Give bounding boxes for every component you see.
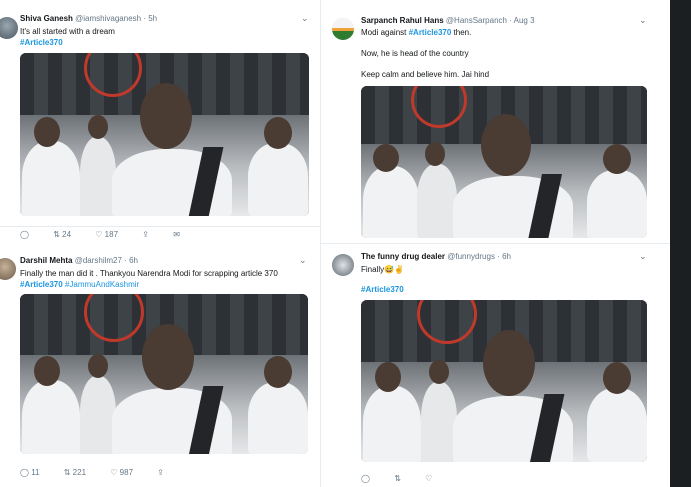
row-divider-left <box>0 226 320 227</box>
reply-count: 11 <box>31 468 40 477</box>
hashtag-line: #Article370 <box>20 37 63 48</box>
retweet-icon[interactable]: ⇅ <box>394 474 401 483</box>
tweet-photo[interactable] <box>20 53 309 216</box>
share-icon[interactable]: ⇪ <box>157 468 164 477</box>
author-name[interactable]: The funny drug dealer <box>361 252 445 261</box>
tweet-text-part: then. <box>453 28 472 37</box>
retweet-icon[interactable]: ⇅ 221 <box>64 468 86 477</box>
tweet-time[interactable]: · 5h <box>143 14 157 23</box>
retweet-count: 24 <box>62 230 72 239</box>
like-icon[interactable]: ♡ 987 <box>110 468 133 477</box>
like-icon[interactable]: ♡ <box>425 474 432 483</box>
tweet-text: Modi against #Article370 then. <box>361 27 471 38</box>
author-name[interactable]: Shiva Ganesh <box>20 14 73 23</box>
tweet-text: It's all started with a dream <box>20 27 115 36</box>
hashtag-line: #Article370 <box>361 284 404 295</box>
like-count: 187 <box>104 230 119 239</box>
reply-icon[interactable]: ◯ <box>361 474 370 483</box>
hashtag[interactable]: #Article370 <box>20 280 63 289</box>
avatar[interactable] <box>0 258 16 280</box>
tweet-time[interactable]: · 6h <box>497 252 511 261</box>
author-handle[interactable]: @iamshivaganesh <box>75 14 141 23</box>
hashtag[interactable]: #JammuAndKashmir <box>65 280 139 289</box>
tweet-text-part: Modi against <box>361 28 407 37</box>
tweet-time[interactable]: · Aug 3 <box>509 16 534 25</box>
chevron-down-icon[interactable]: ⌄ <box>301 13 309 24</box>
tweet-header: Sarpanch Rahul Hans @HansSarpanch · Aug … <box>361 16 535 25</box>
author-handle[interactable]: @darshilm27 <box>75 256 122 265</box>
avatar[interactable] <box>332 18 354 40</box>
author-name[interactable]: Sarpanch Rahul Hans <box>361 16 444 25</box>
tweet-header: Shiva Ganesh @iamshivaganesh · 5h <box>20 14 157 23</box>
tweet-photo[interactable] <box>361 86 647 238</box>
tweet-time[interactable]: · 6h <box>124 256 138 265</box>
like-icon[interactable]: ♡ 187 <box>95 230 118 239</box>
tweet-actions: ◯ 11 ⇅ 221 ♡ 987 ⇪ <box>20 468 186 477</box>
tweet-text: Keep calm and believe him. Jai hind <box>361 70 490 79</box>
chevron-down-icon[interactable]: ⌄ <box>639 15 647 26</box>
window-edge <box>670 0 691 487</box>
tweet-photo[interactable] <box>361 300 647 462</box>
hashtag[interactable]: #Article370 <box>409 28 452 37</box>
author-name[interactable]: Darshil Mehta <box>20 256 72 265</box>
tweet-photo[interactable] <box>20 294 308 454</box>
share-icon[interactable]: ⇪ <box>142 230 149 239</box>
retweet-icon[interactable]: ⇅ 24 <box>53 230 71 239</box>
like-count: 987 <box>119 468 134 477</box>
reply-icon[interactable]: ◯ 11 <box>20 468 40 477</box>
hashtag[interactable]: #Article370 <box>20 38 63 47</box>
author-handle[interactable]: @HansSarpanch <box>446 16 507 25</box>
tweet-header: The funny drug dealer @funnydrugs · 6h <box>361 252 511 261</box>
row-divider-right <box>321 243 670 244</box>
hashtag-line: #Article370 #JammuAndKashmir <box>20 279 139 290</box>
chevron-down-icon[interactable]: ⌄ <box>299 255 307 266</box>
avatar[interactable] <box>332 254 354 276</box>
tweet-actions: ◯ ⇅ 24 ♡ 187 ⇪ ✉ <box>20 230 202 239</box>
dm-icon[interactable]: ✉ <box>173 230 180 239</box>
tweet-text: Finally😅✌️ <box>361 265 405 274</box>
retweet-count: 221 <box>72 468 87 477</box>
reply-icon[interactable]: ◯ <box>20 230 29 239</box>
tweet-header: Darshil Mehta @darshilm27 · 6h <box>20 256 138 265</box>
chevron-down-icon[interactable]: ⌄ <box>639 251 647 262</box>
tweet-actions: ◯ ⇅ ♡ <box>361 474 454 483</box>
tweet-text: Finally the man did it . Thankyou Narend… <box>20 269 278 278</box>
hashtag[interactable]: #Article370 <box>361 285 404 294</box>
author-handle[interactable]: @funnydrugs <box>447 252 495 261</box>
avatar[interactable] <box>0 17 18 39</box>
tweet-text: Now, he is head of the country <box>361 49 469 58</box>
